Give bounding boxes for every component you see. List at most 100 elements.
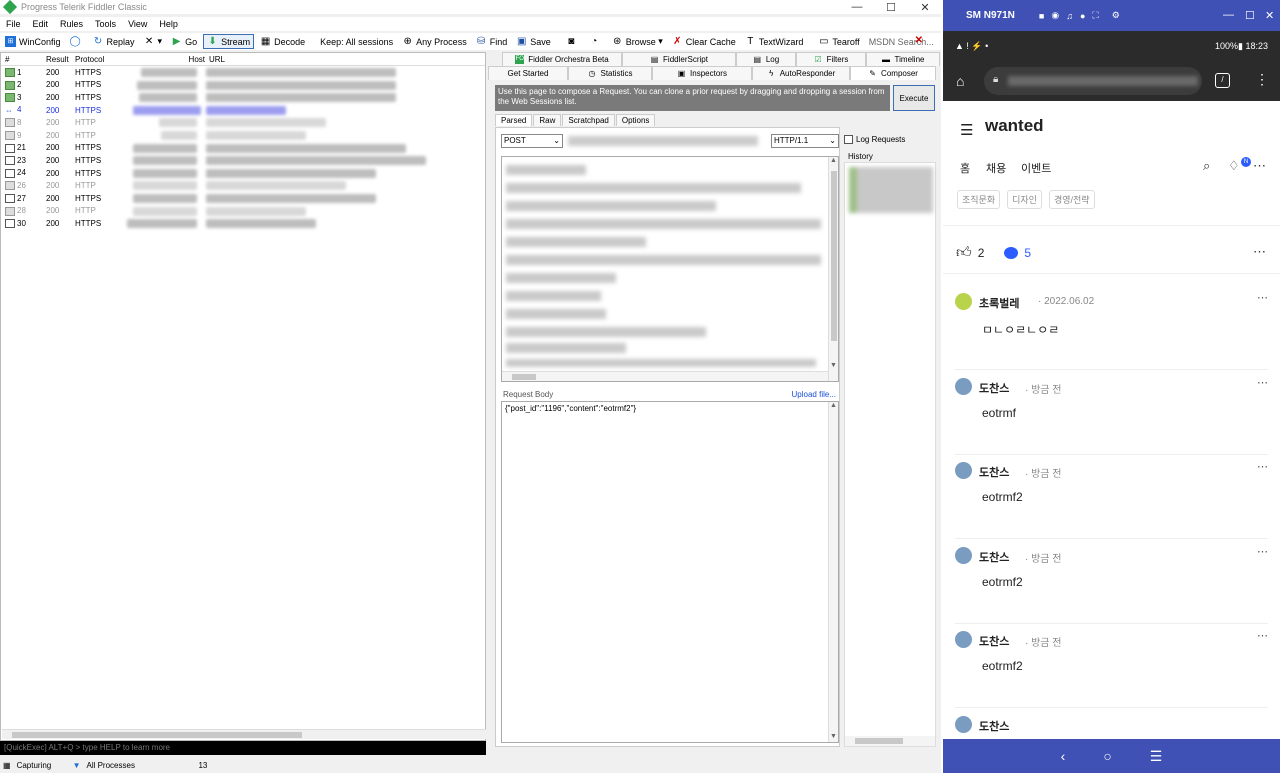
microphone-icon[interactable]: ● <box>1080 11 1085 21</box>
home-circle-icon[interactable]: ○ <box>1103 748 1111 764</box>
tab-statistics[interactable]: ◷ Statistics <box>568 66 652 80</box>
scroll-up-icon[interactable]: ▲ <box>830 157 837 164</box>
chip-culture[interactable]: 조직문화 <box>957 190 1001 209</box>
comment-more-icon[interactable]: ⋯ <box>1257 629 1268 642</box>
comment-more-icon[interactable]: ⋯ <box>1257 545 1268 558</box>
thumbs-up-icon[interactable]: 👍︎ <box>956 244 972 262</box>
nav-jobs[interactable]: 채용 <box>986 160 1006 176</box>
col-protocol[interactable]: Protocol <box>75 55 135 64</box>
table-row[interactable]: ⇔ 4 200 HTTPS <box>1 104 485 117</box>
comment-author[interactable]: 도찬스 <box>979 718 1009 734</box>
avatar[interactable] <box>955 715 972 733</box>
fullscreen-icon[interactable]: ⛶ <box>1092 10 1098 21</box>
menu-file[interactable]: File <box>6 19 21 29</box>
scroll-thumb[interactable] <box>855 738 903 744</box>
nav-events[interactable]: 이벤트 <box>1021 160 1051 176</box>
upload-file-link[interactable]: Upload file... <box>792 390 836 399</box>
table-row[interactable]: 26 200 HTTP <box>1 179 485 192</box>
col-result[interactable]: Result <box>41 55 75 64</box>
gear-icon[interactable]: ⚙ <box>1112 10 1120 21</box>
process-filter[interactable]: All Processes <box>86 761 192 770</box>
tab-switcher-icon[interactable]: / <box>1215 73 1230 88</box>
tab-composer[interactable]: ✎ Composer <box>850 66 936 80</box>
tab-filters[interactable]: ☑ Filters <box>796 52 866 66</box>
table-row[interactable]: 8 200 HTTP <box>1 116 485 129</box>
close-window-icon[interactable]: ✕ <box>1265 9 1274 22</box>
chip-strategy[interactable]: 경영/전략 <box>1048 190 1095 209</box>
comment-button[interactable]: ◯ <box>67 34 87 49</box>
record-icon[interactable]: ◉ <box>1051 10 1059 21</box>
request-headers-textarea[interactable]: ▲ ▼ <box>501 156 839 382</box>
nav-home[interactable]: 홈 <box>960 160 970 176</box>
recents-icon[interactable]: ☰ <box>1150 748 1163 765</box>
table-row[interactable]: 28 200 HTTP <box>1 205 485 218</box>
scroll-thumb[interactable] <box>512 374 536 380</box>
url-input[interactable] <box>568 136 758 146</box>
scroll-up-icon[interactable]: ▲ <box>830 402 837 409</box>
comment-author[interactable]: 도찬스 <box>979 464 1009 480</box>
comment-bubble-icon[interactable] <box>1004 247 1019 259</box>
table-row[interactable]: 1 200 HTTPS <box>1 66 485 79</box>
http-version-select[interactable]: HTTP/1.1 ⌄ <box>771 134 839 148</box>
avatar[interactable] <box>955 377 972 395</box>
sessions-list[interactable]: # Result Protocol Host URL 1 200 HTTPS 2 200… <box>0 52 486 741</box>
subtab-options[interactable]: Options <box>615 114 656 126</box>
back-icon[interactable]: ‹ <box>1061 748 1066 764</box>
tab-get-started[interactable]: Get Started <box>488 66 568 80</box>
avatar[interactable] <box>955 462 972 479</box>
winconfig-button[interactable]: ⊞ WinConfig <box>2 34 64 49</box>
menu-edit[interactable]: Edit <box>33 19 49 29</box>
table-row[interactable]: 3 200 HTTPS <box>1 91 485 104</box>
close-toolbar-icon[interactable]: ✕ <box>915 35 923 46</box>
request-body-textarea[interactable]: {"post_id":"1196","content":"eotrmf2"} ▲… <box>501 401 839 743</box>
keep-sessions-dropdown[interactable]: Keep: All sessions <box>317 34 396 49</box>
remove-button[interactable]: ✕ ▾ <box>141 34 166 49</box>
stream-button[interactable]: ⬇ Stream <box>203 34 255 49</box>
execute-button[interactable]: Execute <box>893 85 935 111</box>
tab-fiddler-orchestra[interactable]: FO Fiddler Orchestra Beta <box>502 52 622 66</box>
search-icon[interactable]: ⌕ <box>1203 158 1210 174</box>
table-row[interactable]: 27 200 HTTPS <box>1 192 485 205</box>
more-horizontal-icon[interactable]: ⋯ <box>1253 158 1266 174</box>
hamburger-menu-icon[interactable]: ☰ <box>960 121 973 139</box>
comment-more-icon[interactable]: ⋯ <box>1257 376 1268 389</box>
menu-help[interactable]: Help <box>159 19 178 29</box>
tab-fiddlerscript[interactable]: ▤ FiddlerScript <box>622 52 736 66</box>
table-row[interactable]: 2 200 HTTPS <box>1 79 485 92</box>
tab-log[interactable]: ▤ Log <box>736 52 796 66</box>
menu-rules[interactable]: Rules <box>60 19 83 29</box>
tab-inspectors[interactable]: ▣ Inspectors <box>652 66 752 80</box>
sessions-hscrollbar[interactable] <box>2 729 486 739</box>
comment-more-icon[interactable]: ⋯ <box>1257 460 1268 473</box>
table-row[interactable]: 21 200 HTTPS <box>1 142 485 155</box>
body-vscrollbar[interactable]: ▲ ▼ <box>828 402 838 742</box>
maximize-icon[interactable]: ☐ <box>874 0 908 14</box>
go-button[interactable]: ▶ Go <box>168 34 200 49</box>
avatar[interactable] <box>955 631 972 648</box>
scroll-down-icon[interactable]: ▼ <box>830 733 837 740</box>
comment-author[interactable]: 초록벌레 <box>979 295 1019 311</box>
tab-autoresponder[interactable]: ϟ AutoResponder <box>752 66 850 80</box>
subtab-scratchpad[interactable]: Scratchpad <box>562 114 615 126</box>
tearoff-button[interactable]: ▭ Tearoff <box>815 34 862 49</box>
textwizard-button[interactable]: T TextWizard <box>742 34 807 49</box>
minimize-icon[interactable]: — <box>840 0 874 14</box>
history-hscrollbar[interactable] <box>845 736 935 746</box>
table-row[interactable]: 30 200 HTTPS <box>1 217 485 230</box>
home-icon[interactable]: ⌂ <box>956 73 972 89</box>
maximize-icon[interactable]: ☐ <box>1245 9 1255 22</box>
tab-timeline[interactable]: ▬ Timeline <box>866 52 940 66</box>
method-select[interactable]: POST ⌄ <box>501 134 563 148</box>
headphones-icon[interactable]: ♫ <box>1066 11 1073 21</box>
chip-design[interactable]: 디자인 <box>1007 190 1042 209</box>
menu-tools[interactable]: Tools <box>95 19 116 29</box>
browse-button[interactable]: ⊛ Browse ▾ <box>609 34 666 49</box>
col-num[interactable]: # <box>1 55 41 64</box>
menu-view[interactable]: View <box>128 19 147 29</box>
close-window-icon[interactable]: ✕ <box>908 0 942 14</box>
capturing-status[interactable]: Capturing <box>17 761 67 770</box>
headers-hscrollbar[interactable] <box>502 371 828 381</box>
minimize-icon[interactable]: — <box>1223 9 1234 21</box>
history-list[interactable] <box>844 162 936 747</box>
quickexec-input[interactable]: [QuickExec] ALT+Q > type HELP to learn m… <box>0 741 486 755</box>
